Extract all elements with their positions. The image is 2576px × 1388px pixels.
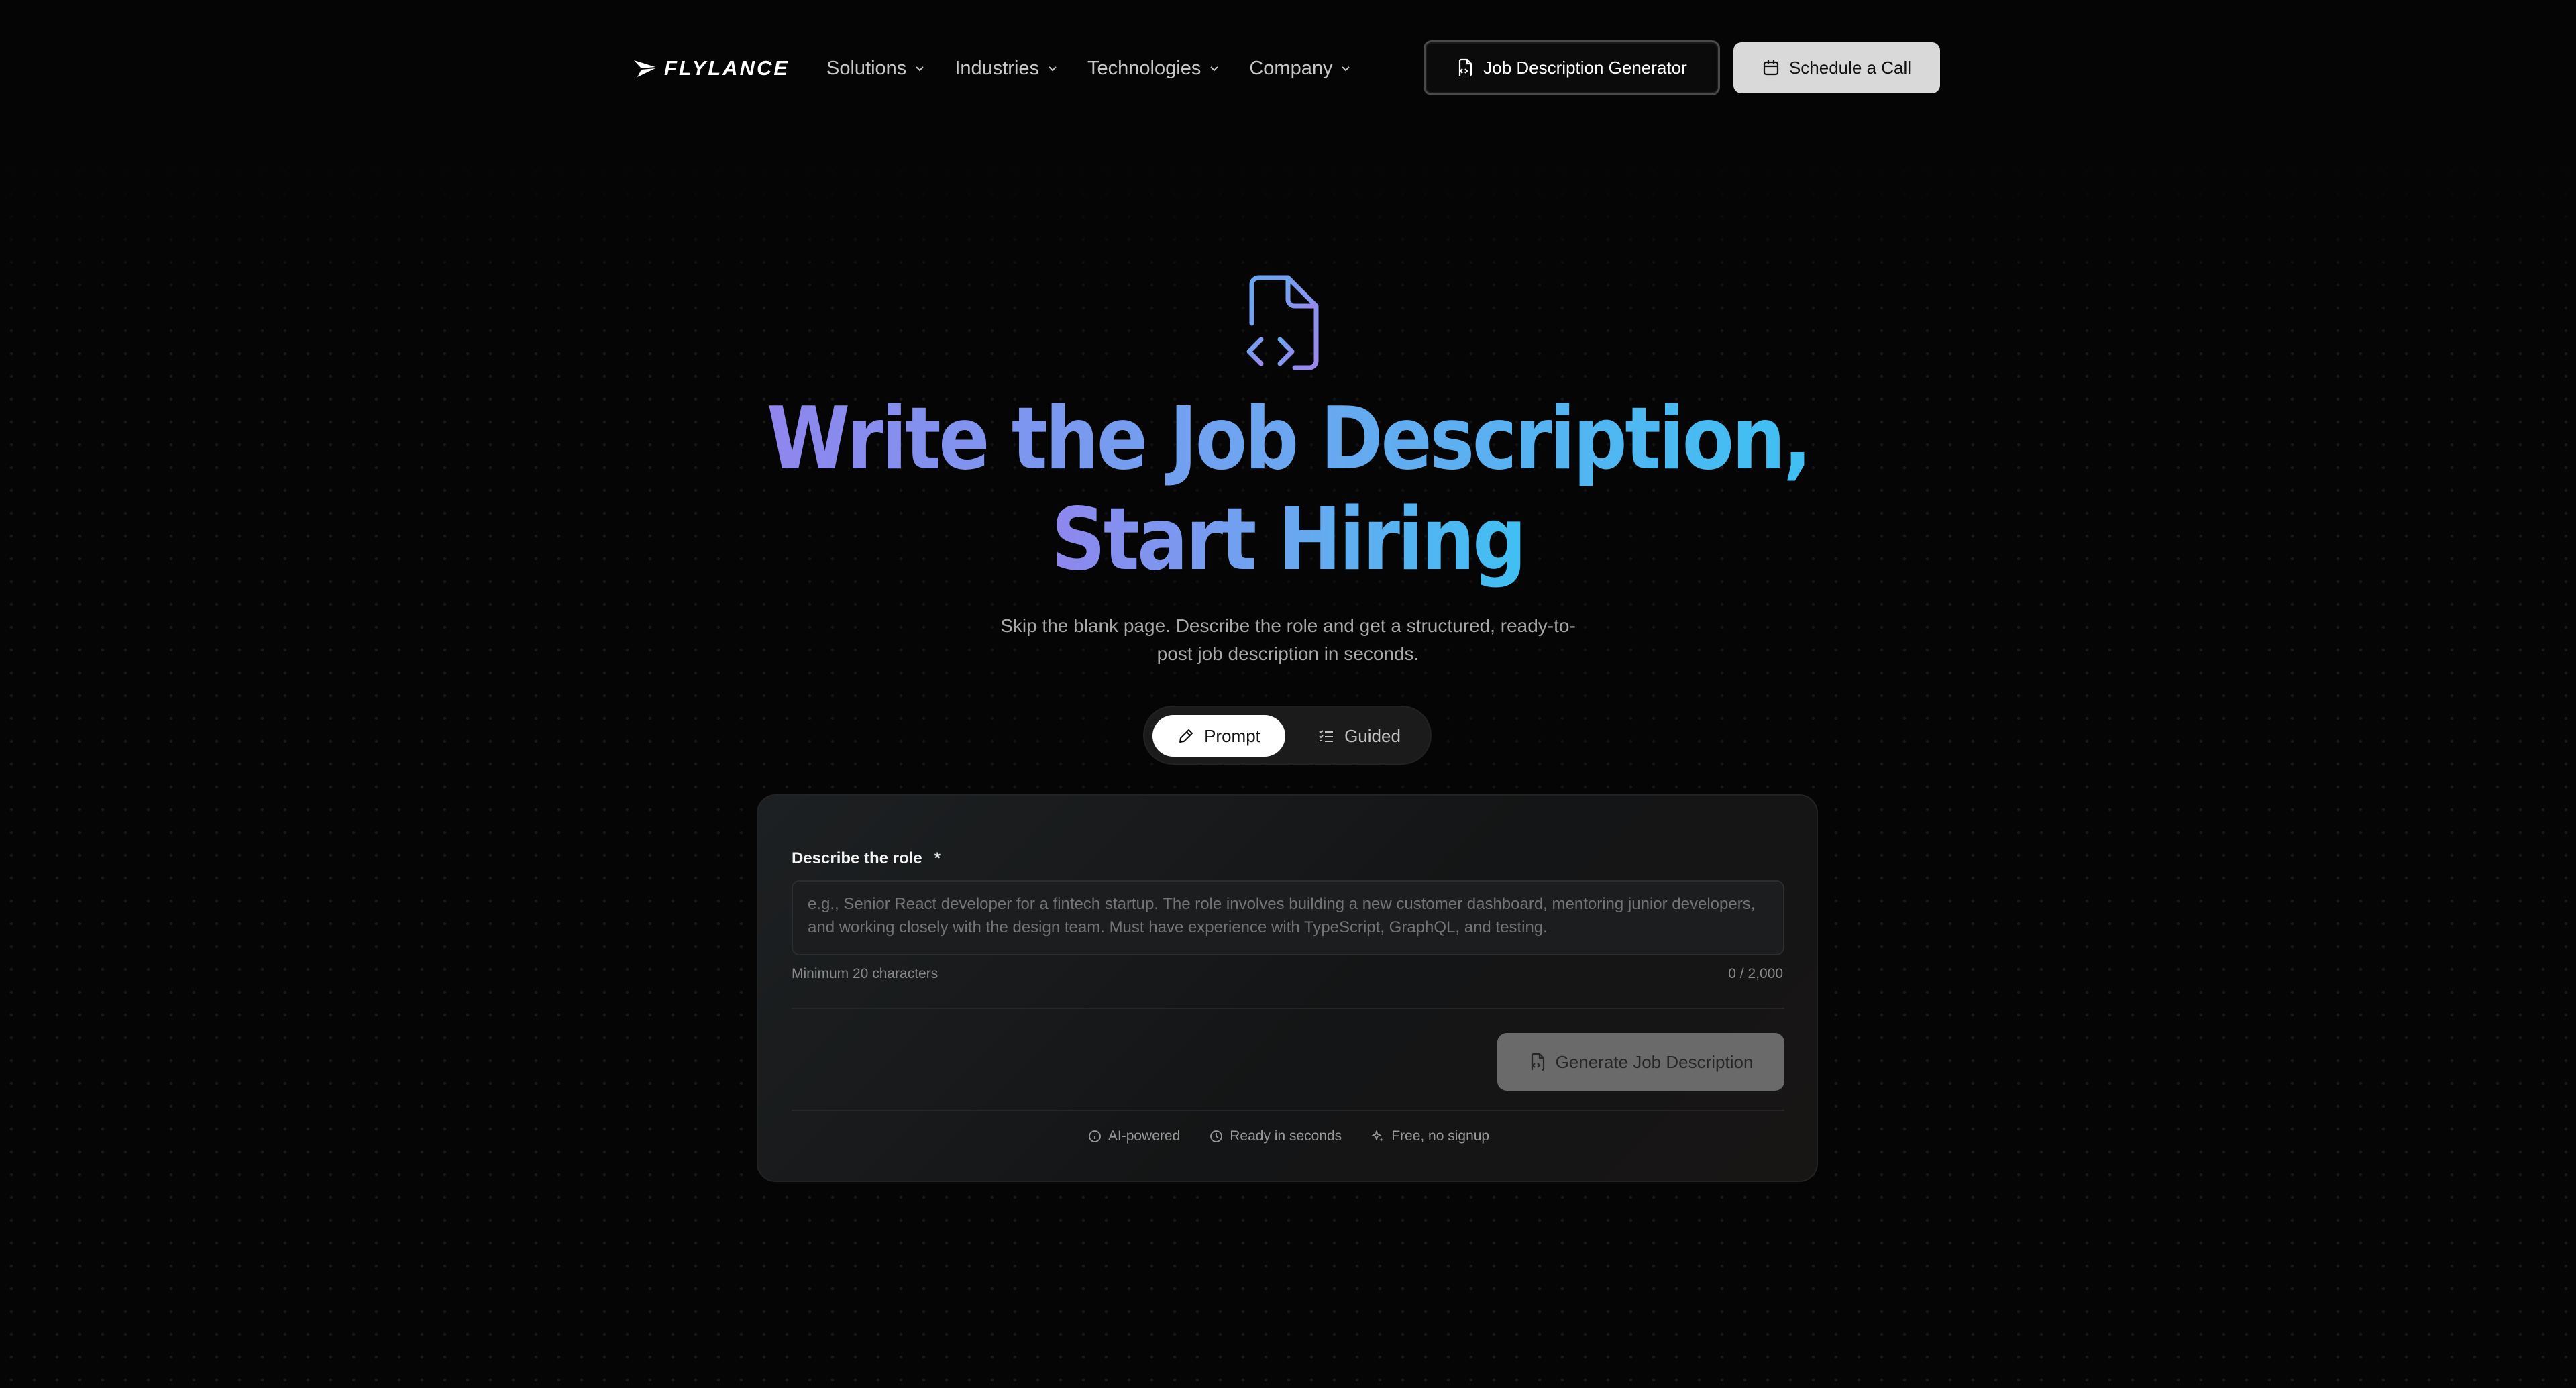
info-circle-icon [1088,1130,1101,1142]
feature-item-ready-in-seconds: Ready in seconds [1210,1128,1342,1144]
feature-label: AI-powered [1108,1128,1181,1144]
brand-logo[interactable]: FLYLANCE [633,56,790,81]
generate-job-description-button[interactable]: Generate Job Description [1497,1033,1784,1091]
chevron-down-icon [1210,66,1219,72]
nav-item-label: Industries [955,57,1040,79]
feature-item-free-no-signup: Free, no signup [1371,1128,1489,1144]
tab-guided[interactable]: Guided [1293,715,1425,757]
hero-subtitle: Skip the blank page. Describe the role a… [1000,615,1576,664]
job-description-generator-label: Job Description Generator [1483,57,1687,78]
schedule-call-button[interactable]: Schedule a Call [1733,42,1940,93]
top-navigation: FLYLANCE Solutions Industries Technologi… [0,0,2576,137]
brand-name: FLYLANCE [664,56,790,80]
nav-item-technologies[interactable]: Technologies [1087,52,1221,85]
pencil-icon [1179,729,1193,743]
nav-item-label: Solutions [826,57,907,79]
min-characters-hint: Minimum 20 characters [792,966,938,981]
divider [792,1008,1784,1009]
paper-plane-logo-icon [634,60,655,77]
calendar-icon [1763,60,1779,76]
nav-item-label: Company [1249,57,1333,79]
hero-title-line-2: Start Hiring [1051,490,1527,590]
file-code-icon [1531,1053,1544,1071]
nav-item-label: Technologies [1087,57,1201,79]
tab-guided-label: Guided [1344,725,1401,746]
tab-prompt-label: Prompt [1204,725,1260,746]
generate-button-label: Generate Job Description [1555,1051,1754,1072]
feature-label: Free, no signup [1391,1128,1490,1144]
chevron-down-icon [1049,66,1057,72]
character-counter: 0 / 2,000 [1728,966,1783,981]
role-field-label-text: Describe the role [792,849,922,867]
nav-item-industries[interactable]: Industries [955,52,1059,85]
sparkle-icon [1372,1130,1384,1142]
role-description-input[interactable] [792,880,1784,955]
hero-title-line-1: Write the Job Description, [766,389,1812,489]
job-description-generator-button[interactable]: Job Description Generator [1424,40,1720,95]
file-code-hero-icon [1246,275,1319,370]
hero-headline: Write the Job Description, Start Hiring [0,389,2576,590]
tab-prompt[interactable]: Prompt [1152,715,1285,757]
chevron-down-icon [916,66,924,72]
nav-item-company[interactable]: Company [1249,52,1352,85]
chevron-down-icon [1342,66,1350,72]
job-description-form-card: Describe the role * Minimum 20 character… [757,794,1818,1182]
feature-label: Ready in seconds [1230,1128,1342,1144]
file-code-icon [1459,58,1472,77]
nav-item-solutions[interactable]: Solutions [826,52,926,85]
role-field-label: Describe the role * [792,849,941,868]
clock-icon [1210,1130,1223,1142]
mode-toggle: Prompt Guided [1143,706,1432,765]
schedule-call-label: Schedule a Call [1788,57,1912,78]
list-checks-icon [1319,730,1334,742]
feature-item-ai-powered: AI-powered [1088,1128,1180,1144]
main-menu: Solutions Industries Technologies Compan… [826,52,1381,85]
feature-list: AI-powered Ready in seconds Free, no sig… [758,1128,1819,1144]
divider [792,1110,1784,1111]
required-asterisk: * [934,849,941,867]
